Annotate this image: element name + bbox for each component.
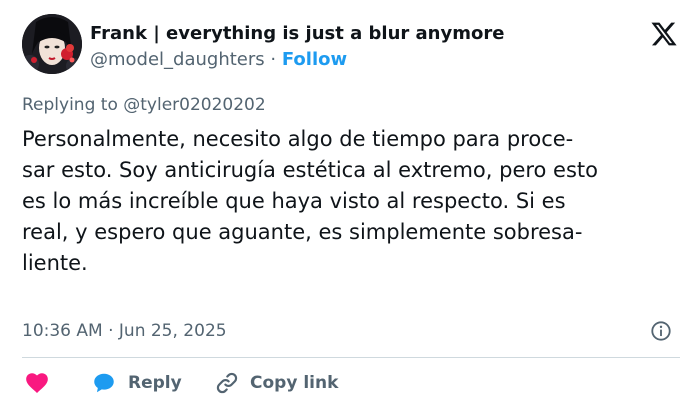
post-line: liente.	[22, 251, 88, 275]
reply-context: Replying to @tyler02020202	[22, 95, 266, 115]
post-line: sar esto. Soy anticirugía estética al ex…	[22, 158, 599, 182]
display-name[interactable]: Frank | everything is just a blur anymor…	[90, 23, 504, 45]
reply-button[interactable]: Reply	[90, 368, 182, 398]
info-icon[interactable]	[650, 320, 672, 342]
post-line: Personalmente, necesito algo de tiempo p…	[22, 127, 574, 151]
replying-to-user[interactable]: @tyler02020202	[123, 95, 265, 115]
copy-link-label: Copy link	[250, 373, 339, 393]
timestamp[interactable]: 10:36 AM · Jun 25, 2025	[22, 321, 227, 341]
post-text: Personalmente, necesito algo de tiempo p…	[22, 124, 682, 279]
heart-icon	[26, 373, 48, 393]
follow-button[interactable]: Follow	[282, 49, 347, 70]
handle-separator: ·	[270, 49, 277, 70]
handle-line: @model_daughters · Follow	[90, 48, 504, 72]
tweet-header: Frank | everything is just a blur anymor…	[22, 14, 682, 80]
handle[interactable]: @model_daughters	[90, 49, 265, 70]
author-names: Frank | everything is just a blur anymor…	[90, 23, 504, 72]
divider	[22, 357, 680, 358]
avatar[interactable]	[22, 14, 82, 74]
avatar-image	[22, 14, 82, 74]
link-icon	[216, 372, 238, 394]
meta-row: 10:36 AM · Jun 25, 2025	[22, 318, 680, 344]
x-logo-icon[interactable]	[650, 20, 678, 48]
like-button[interactable]	[24, 368, 50, 398]
replying-prefix: Replying to	[22, 95, 118, 115]
copy-link-button[interactable]: Copy link	[214, 368, 338, 398]
reply-label: Reply	[128, 373, 182, 393]
action-bar: Reply Copy link	[22, 368, 680, 398]
post-line: real, y espero que aguante, es simplemen…	[22, 220, 583, 244]
speech-bubble-icon	[94, 373, 114, 393]
post-line: es lo más increíble que haya visto al re…	[22, 189, 566, 213]
